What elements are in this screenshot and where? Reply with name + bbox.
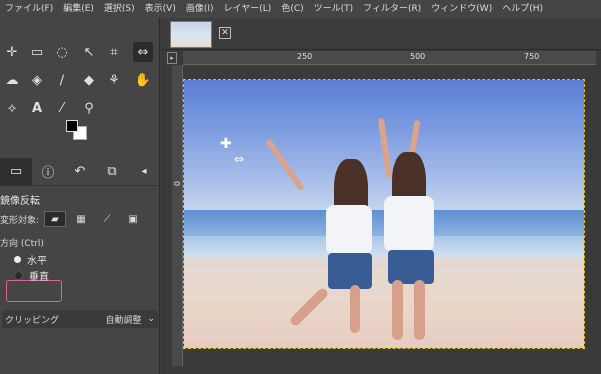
crop-icon[interactable]: ⌗ [104,42,124,62]
clone-icon[interactable]: ⚘ [104,70,124,90]
radio-unselected-icon [14,271,23,280]
transform-selection-icon[interactable]: ▦ [70,211,92,227]
transform-icon[interactable]: ⇔ [133,42,153,62]
paths-icon[interactable]: ⟡ [2,98,22,118]
tool-title: 鏡像反転 [0,196,40,207]
transform-image-icon[interactable]: ▣ [122,211,144,227]
menu-bar: ファイル(F) 編集(E) 選択(S) 表示(V) 画像(I) レイヤー(L) … [0,0,601,18]
move-icon[interactable]: ✛ [2,42,22,62]
warp-icon[interactable]: ☁ [2,70,22,90]
menu-view[interactable]: 表示(V) [140,0,181,18]
smudge-icon[interactable]: ✋ [133,70,153,90]
bucket-fill-icon[interactable]: ◈ [27,70,47,90]
zoom-icon[interactable]: ⚲ [79,98,99,118]
lasso-icon[interactable]: ◌ [52,42,72,62]
toolbox: ✛ ▭ ◌ ↖ ⌗ ⇔ ☁ ◈ ∕ ◆ ⚘ ✋ ⟡ A ⁄ ⚲ ▭ ⓘ ↶ ⧉ … [0,18,160,374]
ruler-label-250: 250 [297,52,313,61]
direction-label: 方向 (Ctrl) [0,239,44,249]
tab-tool-options[interactable]: ▭ [0,157,32,186]
menu-layer[interactable]: レイヤー(L) [219,0,277,18]
menu-color[interactable]: 色(C) [276,0,308,18]
fuzzy-select-icon[interactable]: ↖ [79,42,99,62]
menu-filters[interactable]: フィルター(R) [358,0,426,18]
transform-target-row: 変形対象: ▰ ▦ ⟋ ▣ [0,210,160,228]
radio-vertical[interactable]: 垂直 [14,268,49,283]
canvas-image[interactable] [183,79,585,349]
tab-images[interactable]: ⧉ [96,158,128,186]
horizontal-ruler: 250 500 750 [183,51,596,65]
vertical-highlight-box [6,280,62,302]
image-sand [184,258,584,348]
clipping-value: 自動調整 [105,315,142,326]
chevron-down-icon: ⌄ [147,314,155,324]
vertical-label: 垂直 [29,272,49,283]
crosshair-cursor-icon: ✚ [220,136,232,152]
foreground-color-swatch[interactable] [66,120,78,132]
menu-file[interactable]: ファイル(F) [0,0,58,18]
color-picker-icon[interactable]: ⁄ [52,98,72,118]
transform-path-icon[interactable]: ⟋ [96,211,118,227]
ruler-label-0: 0 [172,181,181,187]
text-icon[interactable]: A [27,98,47,118]
paintbrush-icon[interactable]: ∕ [52,70,72,90]
menu-tools[interactable]: ツール(T) [309,0,359,18]
image-tab-bar: ✕ [161,18,601,50]
transform-target-label: 変形対象: [0,215,40,226]
horizontal-label: 水平 [27,256,47,267]
image-thumbnail[interactable] [170,21,212,48]
dock-tabs: ▭ ⓘ ↶ ⧉ ◂ [0,157,160,186]
radio-selected-icon [14,256,21,263]
ruler-label-750: 750 [524,52,540,61]
menu-help[interactable]: ヘルプ(H) [497,0,548,18]
gimp-window: ファイル(F) 編集(E) 選択(S) 表示(V) 画像(I) レイヤー(L) … [0,0,601,374]
clipping-label: クリッピング [5,315,60,326]
ruler-label-500: 500 [410,52,426,61]
menu-edit[interactable]: 編集(E) [58,0,99,18]
close-icon[interactable]: ✕ [219,27,231,39]
radio-horizontal[interactable]: 水平 [14,252,47,267]
flip-cursor-icon: ⇔ [234,152,245,166]
eraser-icon[interactable]: ◆ [79,70,99,90]
transform-layer-icon[interactable]: ▰ [44,211,66,227]
menu-select[interactable]: 選択(S) [99,0,140,18]
tab-undo-history[interactable]: ↶ [64,158,96,186]
menu-image[interactable]: 画像(I) [181,0,219,18]
menu-windows[interactable]: ウィンドウ(W) [426,0,497,18]
tab-menu-icon[interactable]: ◂ [128,158,160,186]
vertical-ruler: 0 [172,65,183,366]
clipping-select[interactable]: クリッピング 自動調整 ⌄ [2,310,158,328]
tab-device-status[interactable]: ⓘ [32,158,64,186]
ruler-menu-icon[interactable]: ▸ [167,52,177,64]
rect-select-icon[interactable]: ▭ [27,42,47,62]
